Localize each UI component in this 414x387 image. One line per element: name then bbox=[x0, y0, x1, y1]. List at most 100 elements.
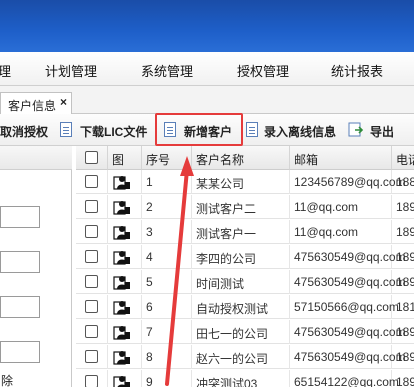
menu-item-partial[interactable]: 理 bbox=[0, 61, 11, 80]
row-checkbox[interactable] bbox=[85, 350, 98, 363]
row-email: 475630549@qq.com bbox=[294, 250, 406, 264]
row-select-cell bbox=[76, 195, 108, 219]
download-lic-button[interactable]: 下载LIC文件 bbox=[58, 118, 152, 142]
highlight-box bbox=[155, 113, 243, 146]
table-row[interactable]: 1 某某公司 123456789@qq.com 188 bbox=[76, 170, 414, 194]
column-header-name[interactable]: 客户名称 bbox=[192, 146, 290, 170]
row-index: 2 bbox=[146, 200, 153, 214]
row-email: 11@qq.com bbox=[294, 225, 358, 239]
user-icon[interactable] bbox=[113, 224, 131, 240]
column-header-icon[interactable]: 图 bbox=[108, 146, 142, 170]
row-checkbox[interactable] bbox=[85, 300, 98, 313]
row-icon-cell bbox=[108, 345, 142, 369]
menu-item-system[interactable]: 系统管理 bbox=[141, 61, 193, 80]
row-checkbox[interactable] bbox=[85, 200, 98, 213]
menu-item-reports[interactable]: 统计报表 bbox=[331, 61, 383, 80]
column-header-phone[interactable]: 电话 bbox=[392, 146, 414, 170]
row-customer-name-cell: 测试客户一 bbox=[192, 220, 290, 244]
row-phone-cell: 189 bbox=[392, 370, 414, 387]
column-header-index[interactable]: 序号 bbox=[142, 146, 192, 170]
row-customer-name-cell: 某某公司 bbox=[192, 170, 290, 194]
table-row[interactable]: 6 自动授权测试 57150566@qq.com 181 bbox=[76, 295, 414, 319]
table-row[interactable]: 8 赵六一的公司 475630549@qq.com 189 bbox=[76, 345, 414, 369]
filter-input-3[interactable] bbox=[0, 296, 40, 318]
filter-input-1[interactable] bbox=[0, 206, 40, 228]
row-index: 6 bbox=[146, 300, 153, 314]
menu-item-license[interactable]: 授权管理 bbox=[237, 61, 289, 80]
export-label: 导出 bbox=[370, 125, 395, 139]
tab-customer-info[interactable]: 客户信息 × bbox=[0, 92, 72, 115]
row-customer-name: 李四的公司 bbox=[196, 252, 257, 266]
document-icon bbox=[60, 122, 72, 137]
export-icon bbox=[348, 122, 364, 137]
export-button[interactable]: 导出 bbox=[348, 118, 396, 142]
row-phone: 189 bbox=[396, 225, 414, 239]
column-header-email[interactable]: 邮箱 bbox=[290, 146, 392, 170]
cancel-auth-button[interactable]: 取消授权 bbox=[0, 118, 50, 142]
row-checkbox[interactable] bbox=[85, 375, 98, 387]
row-index-cell: 2 bbox=[142, 195, 192, 219]
row-select-cell bbox=[76, 370, 108, 387]
close-icon[interactable]: × bbox=[60, 95, 67, 109]
main-menu-bar: 理 计划管理 系统管理 授权管理 统计报表 bbox=[0, 52, 414, 86]
row-icon-cell bbox=[108, 195, 142, 219]
app-header-bar bbox=[0, 0, 414, 52]
row-checkbox[interactable] bbox=[85, 175, 98, 188]
header-select-all[interactable] bbox=[76, 146, 108, 170]
tab-label: 客户信息 bbox=[8, 99, 57, 113]
row-email-cell: 65154122@qq.com bbox=[290, 370, 399, 387]
user-icon[interactable] bbox=[113, 249, 131, 265]
table-row[interactable]: 9 冲突测试03 65154122@qq.com 189 bbox=[76, 370, 414, 387]
row-email: 475630549@qq.com bbox=[294, 275, 406, 289]
row-select-cell bbox=[76, 245, 108, 269]
row-phone: 189 bbox=[396, 325, 414, 339]
document-icon bbox=[246, 122, 258, 137]
row-email: 475630549@qq.com bbox=[294, 350, 406, 364]
import-offline-button[interactable]: 录入离线信息 bbox=[244, 118, 340, 142]
filter-input-4[interactable] bbox=[0, 341, 40, 363]
row-index-cell: 1 bbox=[142, 170, 192, 194]
column-header-label: 客户名称 bbox=[196, 153, 245, 167]
user-icon[interactable] bbox=[113, 199, 131, 215]
row-index: 7 bbox=[146, 325, 153, 339]
column-header-label: 邮箱 bbox=[294, 153, 319, 167]
row-index: 4 bbox=[146, 250, 153, 264]
row-index-cell: 7 bbox=[142, 320, 192, 344]
user-icon[interactable] bbox=[113, 274, 131, 290]
row-select-cell bbox=[76, 320, 108, 344]
row-email: 65154122@qq.com bbox=[294, 375, 399, 387]
select-all-checkbox[interactable] bbox=[85, 151, 98, 164]
table-row[interactable]: 2 测试客户二 11@qq.com 189 bbox=[76, 195, 414, 219]
row-email-cell: 11@qq.com bbox=[290, 220, 392, 244]
row-checkbox[interactable] bbox=[85, 325, 98, 338]
row-select-cell bbox=[76, 295, 108, 319]
user-icon[interactable] bbox=[113, 324, 131, 340]
row-email-cell: 475630549@qq.com bbox=[290, 345, 406, 369]
row-phone: 188 bbox=[396, 175, 414, 189]
row-checkbox[interactable] bbox=[85, 225, 98, 238]
table-row[interactable]: 5 时间测试 475630549@qq.com 189 bbox=[76, 270, 414, 294]
row-checkbox[interactable] bbox=[85, 250, 98, 263]
row-select-cell bbox=[76, 345, 108, 369]
table-row[interactable]: 7 田七一的公司 475630549@qq.com 189 bbox=[76, 320, 414, 344]
row-checkbox[interactable] bbox=[85, 275, 98, 288]
left-panel-header bbox=[0, 146, 72, 170]
row-phone: 189 bbox=[396, 350, 414, 364]
row-phone-cell: 189 bbox=[392, 345, 414, 369]
user-icon[interactable] bbox=[113, 174, 131, 190]
menu-item-plan[interactable]: 计划管理 bbox=[45, 61, 97, 80]
user-icon[interactable] bbox=[113, 349, 131, 365]
row-phone-cell: 189 bbox=[392, 270, 414, 294]
user-icon[interactable] bbox=[113, 374, 131, 387]
user-icon[interactable] bbox=[113, 299, 131, 315]
download-lic-label: 下载LIC文件 bbox=[80, 125, 148, 139]
table-row[interactable]: 4 李四的公司 475630549@qq.com 189 bbox=[76, 245, 414, 269]
filter-input-2[interactable] bbox=[0, 251, 40, 273]
row-email-cell: 11@qq.com bbox=[290, 195, 392, 219]
row-customer-name: 时间测试 bbox=[196, 277, 245, 291]
row-icon-cell bbox=[108, 370, 142, 387]
customer-table: 图 序号 客户名称 邮箱 电话 1 某某公司 123456789@qq.com188… bbox=[76, 146, 414, 387]
table-row[interactable]: 3 测试客户一 11@qq.com 189 bbox=[76, 220, 414, 244]
row-customer-name-cell: 时间测试 bbox=[192, 270, 290, 294]
row-index-cell: 4 bbox=[142, 245, 192, 269]
